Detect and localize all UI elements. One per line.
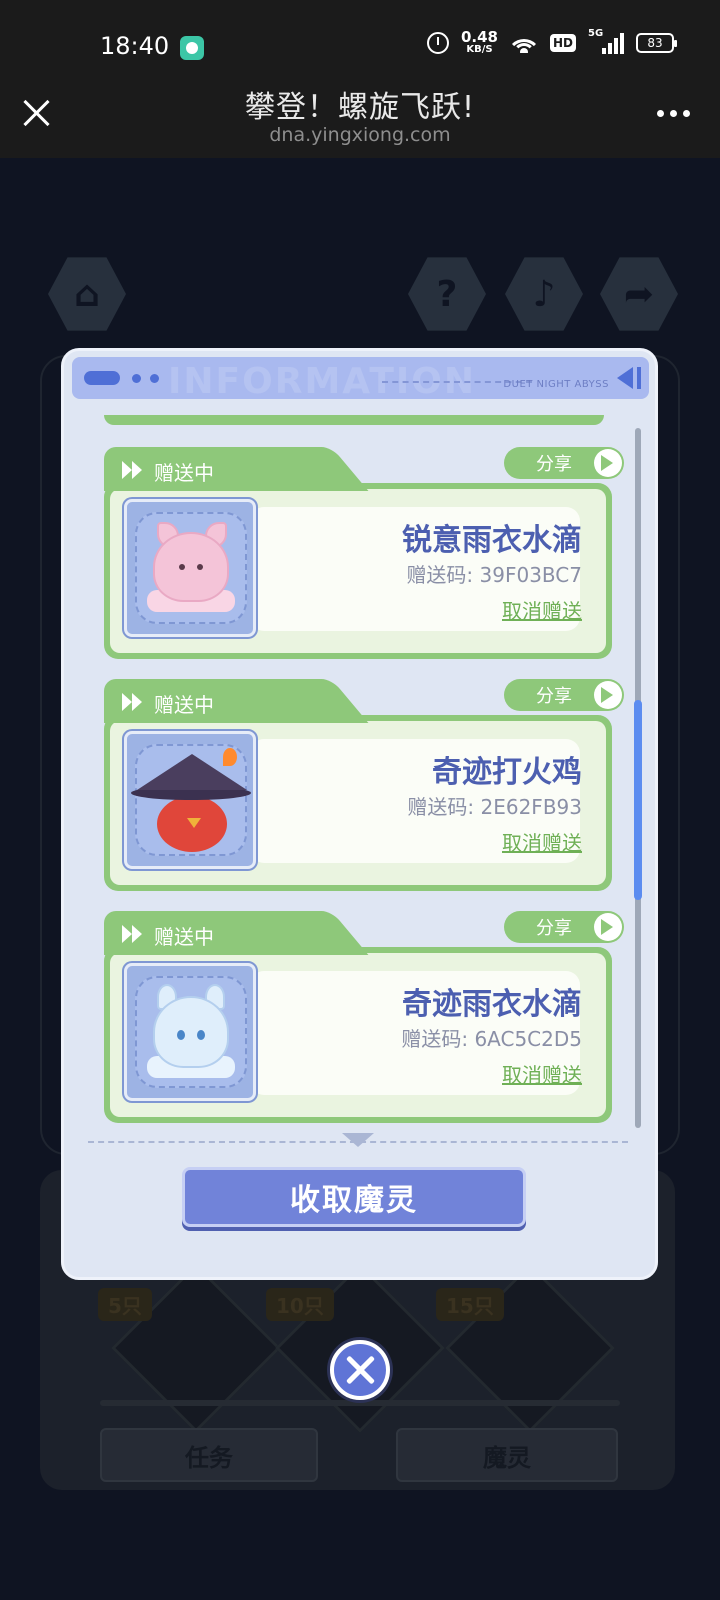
share-label: 分享 <box>536 686 572 707</box>
gift-list-dialog: INFORMATION DUET NIGHT ABYSS 锐意雨衣水滴 赠送码:… <box>61 348 658 1280</box>
alarm-icon <box>426 31 449 54</box>
tier-badge-10: 10只 <box>266 1288 334 1321</box>
network-type: 5G <box>588 27 604 39</box>
collapse-icon <box>617 367 633 389</box>
list-scrollbar-thumb[interactable] <box>634 700 642 900</box>
share-button[interactable]: 分享 <box>504 447 624 479</box>
spirit-name: 奇迹雨衣水滴 <box>402 987 582 1022</box>
network-speed-unit: KB/S <box>466 44 493 55</box>
share-label: 分享 <box>536 918 572 939</box>
gift-card: 奇迹雨衣水滴 赠送码: 6AC5C2D5 取消赠送 赠送中 分享 <box>104 911 624 1123</box>
tier-badge-5: 5只 <box>98 1288 152 1321</box>
status-time: 18:40 <box>100 32 170 60</box>
status-icons: 0.48 KB/S HD 5G 83 <box>426 28 677 55</box>
fast-forward-icon <box>122 925 142 943</box>
cancel-gift-link[interactable]: 取消赠送 <box>502 595 582 624</box>
share-button[interactable]: 分享 <box>504 679 624 711</box>
gift-status-tab: 赠送中 <box>104 911 314 955</box>
cancel-gift-link[interactable]: 取消赠送 <box>502 1059 582 1088</box>
spirit-thumbnail <box>122 497 258 639</box>
spirit-thumbnail <box>122 729 258 871</box>
share-label: 分享 <box>536 454 572 475</box>
network-speed-value: 0.48 <box>460 28 498 46</box>
gift-status-label: 赠送中 <box>154 693 214 717</box>
page-url: dna.yingxiong.com <box>269 124 451 146</box>
gift-card: 锐意雨衣水滴 赠送码: 39F03BC7 取消赠送 赠送中 分享 <box>104 447 624 659</box>
dialog-header: INFORMATION DUET NIGHT ABYSS <box>72 357 649 399</box>
more-options-icon[interactable] <box>657 110 690 117</box>
spirit-thumbnail <box>122 961 258 1103</box>
header-brand: DUET NIGHT ABYSS <box>503 379 609 390</box>
spirit-name: 锐意雨衣水滴 <box>402 523 582 558</box>
gift-code: 赠送码: 39F03BC7 <box>406 563 582 587</box>
page-title: 攀登！螺旋飞跃! <box>244 90 476 125</box>
battery-icon: 83 <box>636 32 677 53</box>
gift-status-label: 赠送中 <box>154 925 214 949</box>
hd-badge: HD <box>549 33 576 52</box>
signal-icon: 5G <box>588 28 624 54</box>
message-app-icon <box>180 36 204 60</box>
gift-code: 赠送码: 6AC5C2D5 <box>401 1027 582 1051</box>
gift-code: 赠送码: 2E62FB93 <box>407 795 582 819</box>
collect-spirits-button[interactable]: 收取魔灵 <box>182 1167 526 1227</box>
gift-status-label: 赠送中 <box>154 461 214 485</box>
share-arrow-icon <box>594 913 622 941</box>
list-item-partial <box>104 415 604 425</box>
gift-card: 奇迹打火鸡 赠送码: 2E62FB93 取消赠送 赠送中 分享 <box>104 679 624 891</box>
share-button[interactable]: 分享 <box>504 911 624 943</box>
task-button: 任务 <box>100 1428 318 1482</box>
browser-title-bar: 攀登！螺旋飞跃! dna.yingxiong.com <box>0 78 720 158</box>
share-arrow-icon <box>594 449 622 477</box>
reward-progress-track <box>100 1400 620 1406</box>
header-watermark: INFORMATION <box>168 361 477 399</box>
gift-status-tab: 赠送中 <box>104 447 314 491</box>
chevron-down-icon <box>342 1133 374 1147</box>
wifi-icon <box>509 33 538 53</box>
tier-badge-15: 15只 <box>436 1288 504 1321</box>
spirit-button: 魔灵 <box>396 1428 618 1482</box>
fast-forward-icon <box>122 693 142 711</box>
close-dialog-button[interactable] <box>330 1340 390 1400</box>
cancel-gift-link[interactable]: 取消赠送 <box>502 827 582 856</box>
gift-status-tab: 赠送中 <box>104 679 314 723</box>
network-speed: 0.48 KB/S <box>461 30 498 55</box>
spirit-name: 奇迹打火鸡 <box>432 755 582 790</box>
fast-forward-icon <box>122 461 142 479</box>
share-arrow-icon <box>594 681 622 709</box>
gift-list[interactable]: 锐意雨衣水滴 赠送码: 39F03BC7 取消赠送 赠送中 分享 奇迹打火鸡 赠… <box>104 409 624 1127</box>
